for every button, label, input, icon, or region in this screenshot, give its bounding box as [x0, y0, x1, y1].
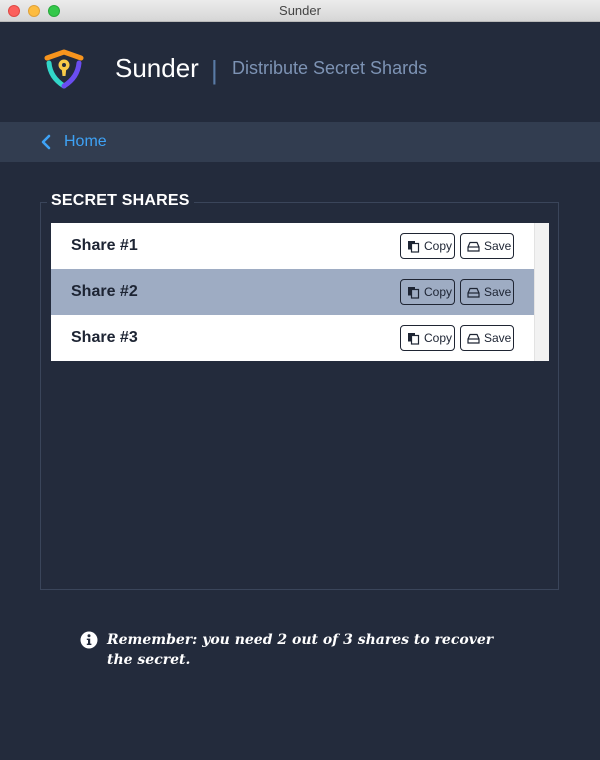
save-share-button[interactable]: Save [460, 279, 514, 305]
copy-label: Copy [424, 285, 453, 299]
save-share-button[interactable]: Save [460, 325, 514, 351]
drive-icon [467, 287, 480, 298]
copy-icon [408, 286, 420, 299]
back-home-link[interactable]: Home [40, 132, 107, 152]
window-minimize-button[interactable] [28, 5, 40, 17]
copy-label: Copy [424, 331, 453, 345]
drive-icon [467, 333, 480, 344]
back-home-label: Home [64, 133, 107, 150]
save-share-button[interactable]: Save [460, 233, 514, 259]
recovery-note-text: Remember: you need 2 out of 3 shares to … [107, 632, 494, 668]
header-separator: | [211, 55, 218, 85]
share-label: Share #1 [71, 237, 138, 254]
share-label: Share #2 [71, 283, 138, 300]
info-icon [80, 631, 98, 649]
share-label: Share #3 [71, 329, 138, 346]
window-zoom-button[interactable] [48, 5, 60, 17]
copy-share-button[interactable]: Copy [400, 325, 455, 351]
recovery-note: Remember: you need 2 out of 3 shares to … [80, 630, 520, 670]
window-close-button[interactable] [8, 5, 20, 17]
panel-legend: SECRET SHARES [47, 192, 194, 210]
share-row[interactable]: Share #3 Copy Save [51, 315, 534, 361]
save-label: Save [484, 239, 512, 253]
drive-icon [467, 241, 480, 252]
shares-list: Share #1 Copy Save Share #2 Copy Save Sh… [51, 223, 549, 361]
copy-icon [408, 332, 420, 345]
share-row-selected[interactable]: Share #2 Copy Save [51, 269, 534, 315]
share-row[interactable]: Share #1 Copy Save [51, 223, 534, 269]
copy-share-button[interactable]: Copy [400, 279, 455, 305]
window-titlebar: Sunder [0, 0, 600, 22]
window-title: Sunder [279, 3, 321, 18]
app-header: Sunder | Distribute Secret Shards [0, 22, 600, 122]
copy-icon [408, 240, 420, 253]
app-name: Sunder [115, 53, 199, 83]
copy-label: Copy [424, 239, 453, 253]
save-label: Save [484, 285, 512, 299]
navigation-bar: Home [0, 122, 600, 162]
page-subtitle: Distribute Secret Shards [232, 58, 428, 78]
chevron-left-icon [41, 134, 51, 150]
list-scrollbar[interactable] [534, 223, 549, 361]
copy-share-button[interactable]: Copy [400, 233, 455, 259]
shield-keyhole-icon [44, 49, 84, 89]
save-label: Save [484, 331, 512, 345]
